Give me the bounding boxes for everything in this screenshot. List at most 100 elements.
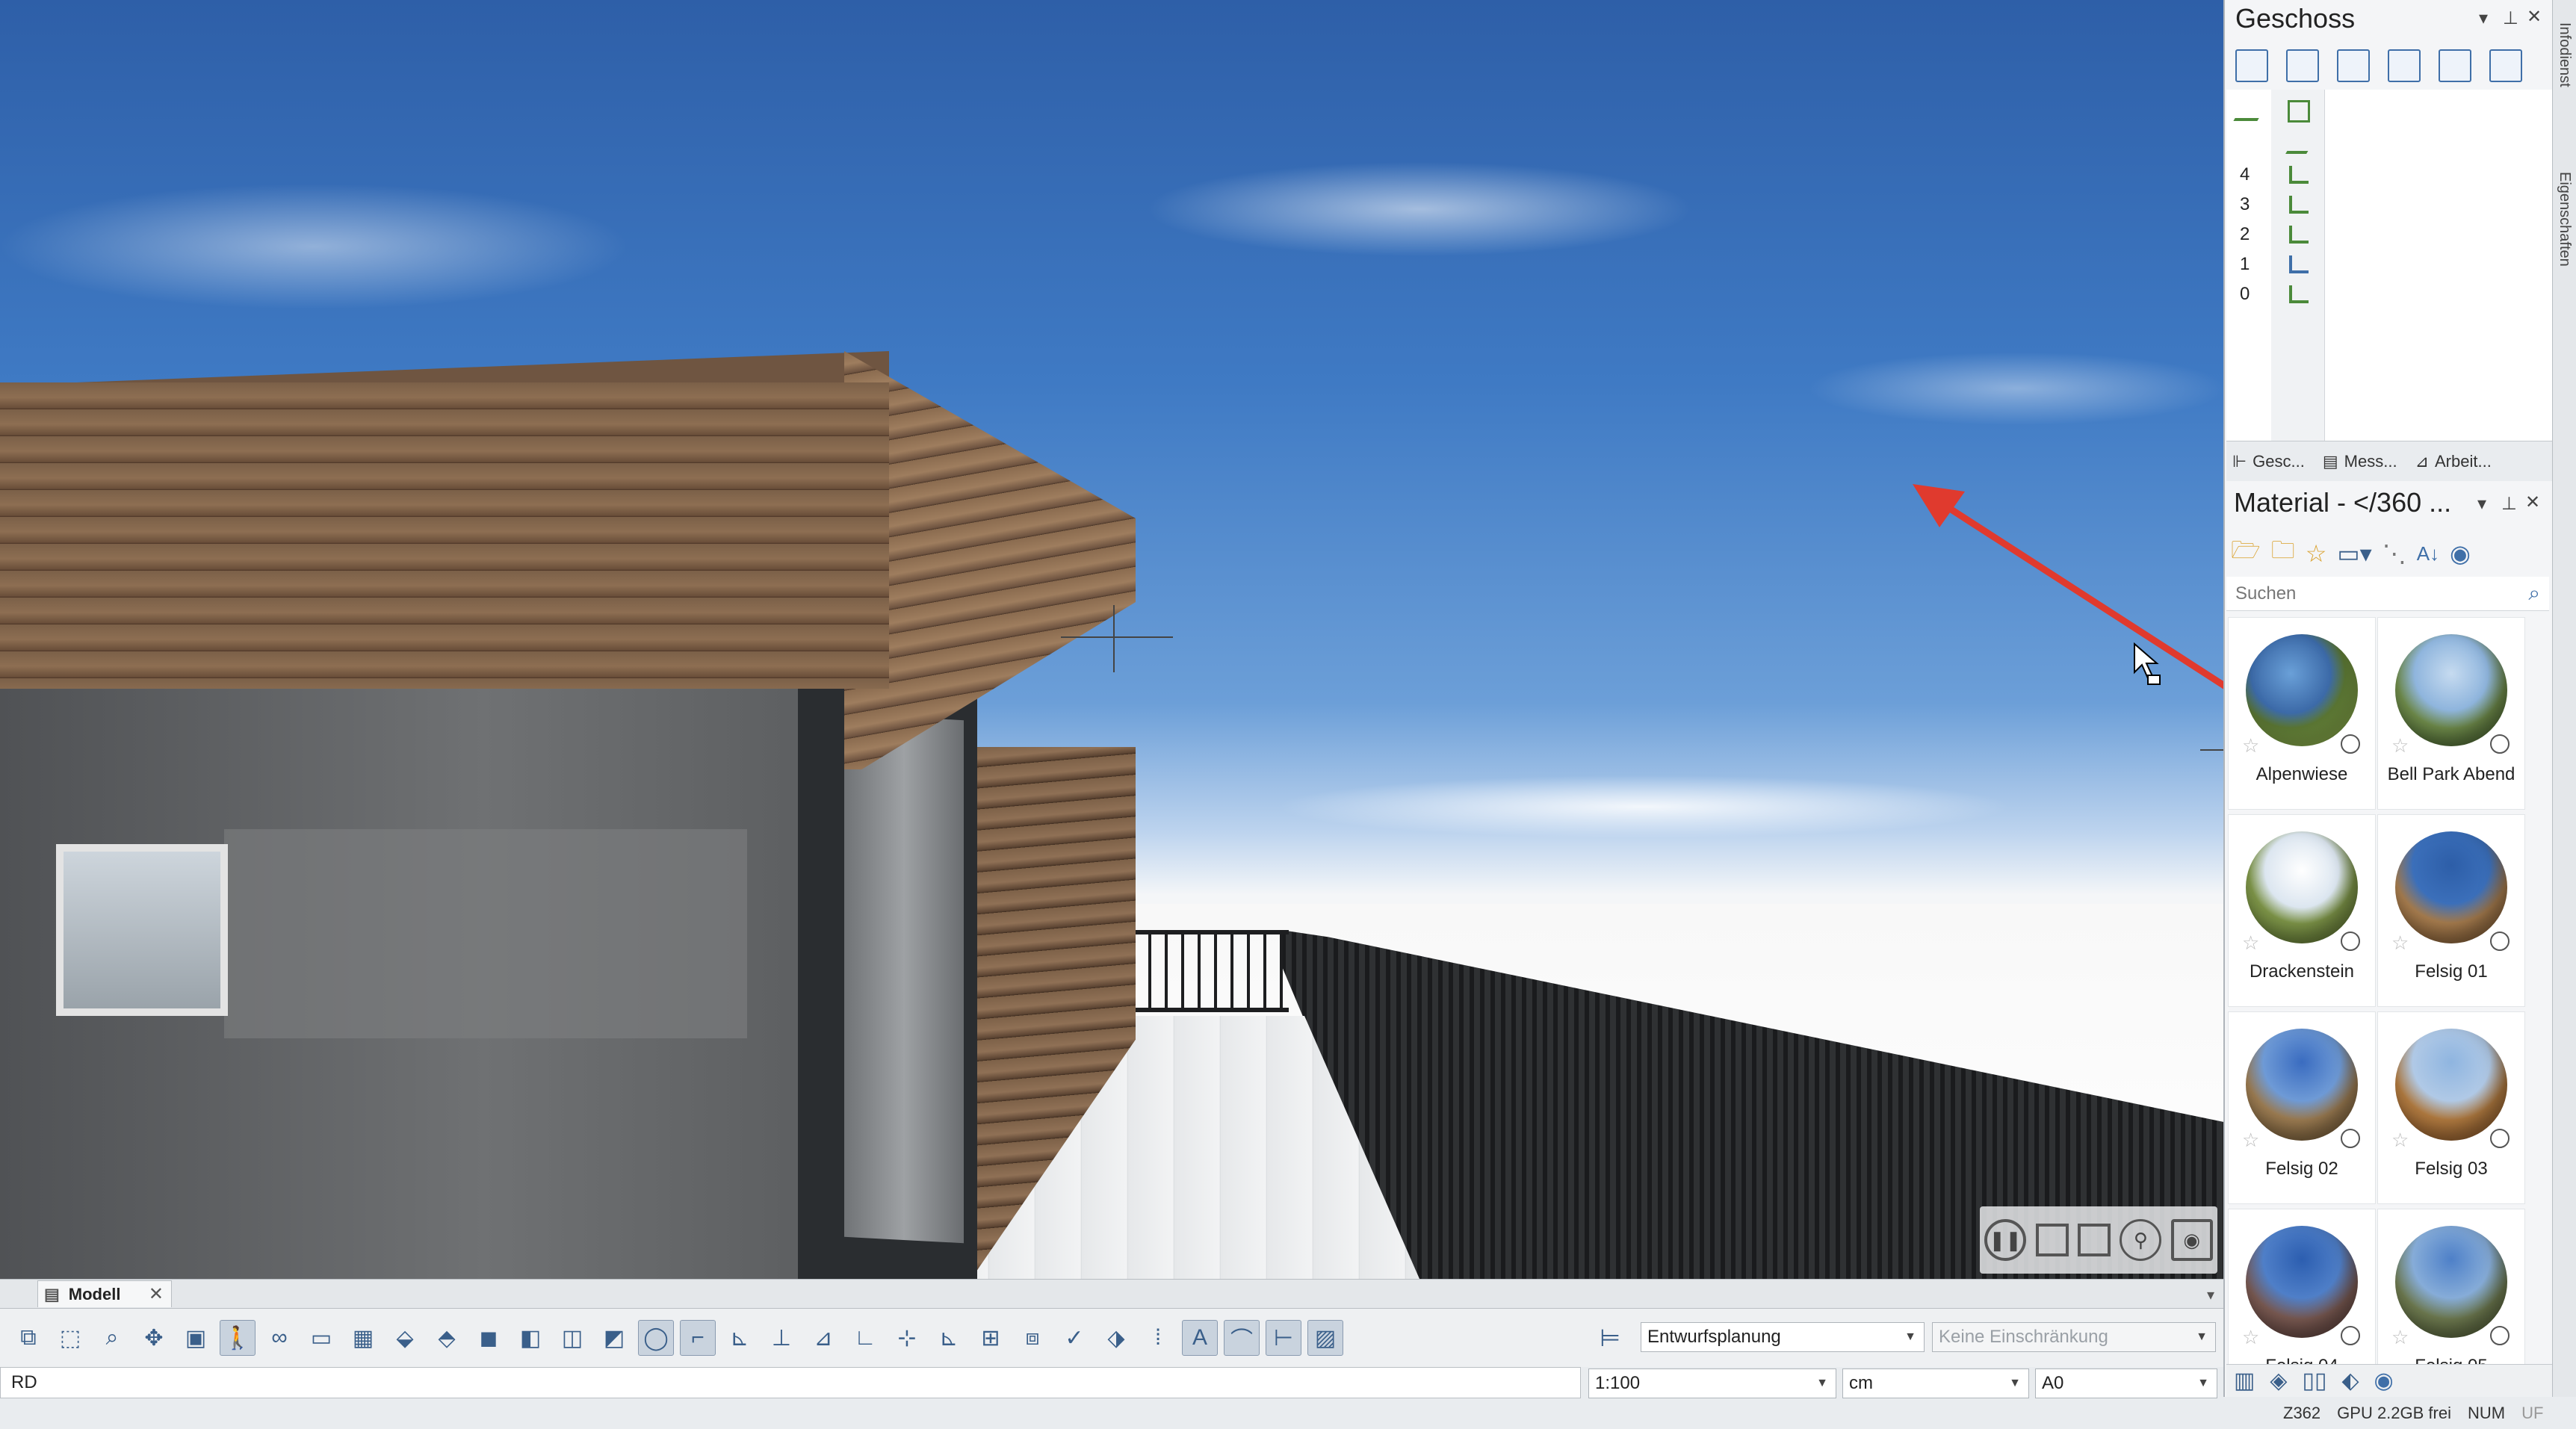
folder-add-icon[interactable]: 🗀 (2271, 533, 2295, 574)
edit-icon[interactable] (2489, 49, 2522, 82)
solid-view-icon[interactable]: ◼ (471, 1320, 507, 1356)
iso-view-icon[interactable]: ⬙ (387, 1320, 423, 1356)
light-icon[interactable]: ⌐ (680, 1320, 716, 1356)
side-tab-eigenschaften[interactable]: Eigenschaften (2556, 172, 2573, 267)
pan-icon[interactable]: ✥ (136, 1320, 172, 1356)
text-icon[interactable]: A (1182, 1320, 1218, 1356)
story-number[interactable]: 3 (2240, 194, 2250, 215)
material-tile[interactable]: ☆ Drackenstein (2228, 814, 2376, 1007)
star-icon[interactable]: ☆ (2391, 734, 2409, 757)
sun-icon[interactable]: ◯ (638, 1320, 674, 1356)
material-tile[interactable]: ☆ Bell Park Abend (2377, 617, 2525, 810)
material-tile[interactable]: ☆ Felsig 02 (2228, 1011, 2376, 1204)
view-mode-icon[interactable]: ▭▾ (2337, 539, 2371, 568)
dots-grid-icon[interactable]: ⁞ (1140, 1320, 1176, 1356)
plan-type-dropdown[interactable]: Entwurfsplanung ▼ (1641, 1322, 1925, 1352)
material-tile[interactable]: ☆ Felsig 03 (2377, 1011, 2525, 1204)
transform-icon[interactable]: ⧈ (1015, 1320, 1050, 1356)
story-icon-active[interactable] (2289, 255, 2309, 273)
hidden-view-icon[interactable]: ◩ (596, 1320, 632, 1356)
folder-open-icon[interactable]: 🗁 (2231, 533, 2261, 574)
restriction-dropdown[interactable]: Keine Einschränkung ▼ (1932, 1322, 2216, 1352)
section-icon[interactable]: ▭ (303, 1320, 339, 1356)
axis-icon-4[interactable]: ∟ (847, 1320, 883, 1356)
material-tile[interactable]: ☆ Felsig 04 (2228, 1209, 2376, 1364)
search-icon[interactable]: ⌕ (2528, 581, 2540, 606)
material-tile[interactable]: ☆ Alpenwiese (2228, 617, 2376, 810)
glasses-icon[interactable]: ∞ (261, 1320, 297, 1356)
material-sphere-icon[interactable]: ◉ (2374, 1368, 2394, 1394)
story-icon[interactable] (2289, 226, 2309, 244)
tab-modell[interactable]: ▤ Modell ✕ (37, 1280, 172, 1307)
star-icon[interactable]: ☆ (2242, 734, 2259, 757)
pin-panel-icon[interactable]: ⊥ (2503, 7, 2518, 29)
tree-icon[interactable] (2439, 49, 2471, 82)
print-icon[interactable] (2337, 49, 2370, 82)
side-tab-infodienst[interactable]: Infodienst (2556, 22, 2573, 87)
close-panel-icon[interactable]: ✕ (2527, 6, 2542, 28)
subtab-arbeit[interactable]: ⊿ Arbeit... (2415, 452, 2492, 471)
scale-dropdown[interactable]: 1:100 ▼ (1588, 1368, 1836, 1398)
layers-icon[interactable]: ◈ (2270, 1368, 2287, 1394)
material-tile[interactable]: ☆ Felsig 05 (2377, 1209, 2525, 1364)
layout-icon[interactable]: ▥ (2234, 1368, 2255, 1394)
favorite-star-icon[interactable]: ☆ (2306, 539, 2327, 568)
story-number[interactable]: 2 (2240, 224, 2250, 245)
star-icon[interactable]: ☆ (2242, 1326, 2259, 1349)
close-tab-icon[interactable]: ✕ (149, 1283, 164, 1305)
line-icon[interactable]: ⌒ (1224, 1320, 1260, 1356)
material-search-input[interactable]: Suchen ⌕ (2226, 577, 2549, 611)
story-number[interactable]: 0 (2240, 284, 2250, 305)
panel-menu-icon[interactable]: ▾ (2477, 493, 2486, 515)
subtab-geschoss[interactable]: ⊩ Gesc... (2232, 452, 2305, 471)
axis-icon-5[interactable]: ⊹ (889, 1320, 925, 1356)
wire-view-icon[interactable]: ◫ (554, 1320, 590, 1356)
view-picture-icon[interactable] (2035, 1224, 2069, 1256)
axis-icon-3[interactable]: ⊿ (805, 1320, 841, 1356)
dimension-icon[interactable]: ⊢ (1266, 1320, 1301, 1356)
zoom-window-icon[interactable]: ⬚ (52, 1320, 88, 1356)
walk-mode-icon[interactable]: 🚶 (220, 1320, 256, 1356)
fit-view-icon[interactable]: ▣ (178, 1320, 214, 1356)
star-icon[interactable]: ☆ (2391, 1326, 2409, 1349)
camera-icon[interactable]: ◉ (2170, 1219, 2213, 1261)
grid-snap-icon[interactable]: ⊞ (973, 1320, 1009, 1356)
sphere-view-icon[interactable]: ◉ (2450, 539, 2471, 568)
pause-icon[interactable]: ❚❚ (1984, 1219, 2027, 1261)
unit-dropdown[interactable]: cm ▼ (1842, 1368, 2029, 1398)
axis-icon-6[interactable]: ⊾ (931, 1320, 967, 1356)
axis-icon-1[interactable]: ⊾ (722, 1320, 758, 1356)
tab-dropdown-icon[interactable]: ▾ (2207, 1286, 2214, 1304)
subtab-messen[interactable]: ▤ Mess... (2323, 452, 2397, 471)
tag-icon[interactable]: ⬗ (1098, 1320, 1134, 1356)
command-line-input[interactable]: RD (0, 1367, 1581, 1398)
shaded-view-icon[interactable]: ◧ (513, 1320, 548, 1356)
library-icon[interactable]: ▯▯ (2302, 1368, 2326, 1394)
close-panel-icon[interactable]: ✕ (2525, 492, 2540, 513)
hatch-icon[interactable]: ▨ (1307, 1320, 1343, 1356)
3d-viewport[interactable]: ❚❚ ⚲ ◉ (0, 0, 2223, 1279)
pin-icon[interactable]: ⚲ (2120, 1219, 2162, 1261)
format-dropdown[interactable]: A0 ▼ (2035, 1368, 2217, 1398)
axis-icon-2[interactable]: ⊥ (764, 1320, 799, 1356)
new-window-icon[interactable]: ⧉ (10, 1320, 46, 1356)
story-icon[interactable] (2289, 166, 2309, 184)
render-view-icon[interactable]: ⬘ (429, 1320, 465, 1356)
star-icon[interactable]: ☆ (2391, 932, 2409, 955)
star-icon[interactable]: ☆ (2242, 1129, 2259, 1152)
story-icon[interactable] (2289, 196, 2309, 214)
sort-az-icon[interactable]: A↓ (2417, 542, 2439, 565)
star-icon[interactable]: ☆ (2391, 1129, 2409, 1152)
check-icon[interactable]: ✓ (1056, 1320, 1092, 1356)
copy-view-icon[interactable] (2077, 1224, 2111, 1256)
stack-icon[interactable] (2286, 49, 2319, 82)
panel-menu-icon[interactable]: ▾ (2479, 7, 2488, 29)
house-icon[interactable] (2235, 49, 2268, 82)
story-number[interactable]: 4 (2240, 164, 2250, 185)
material-tile[interactable]: ☆ Felsig 01 (2377, 814, 2525, 1007)
star-icon[interactable]: ☆ (2242, 932, 2259, 955)
tree-icon[interactable]: ⋱ (2383, 539, 2406, 568)
plan-view-icon[interactable]: ▦ (345, 1320, 381, 1356)
pin-panel-icon[interactable]: ⊥ (2501, 493, 2517, 515)
zoom-icon[interactable]: ⌕ (94, 1320, 130, 1356)
